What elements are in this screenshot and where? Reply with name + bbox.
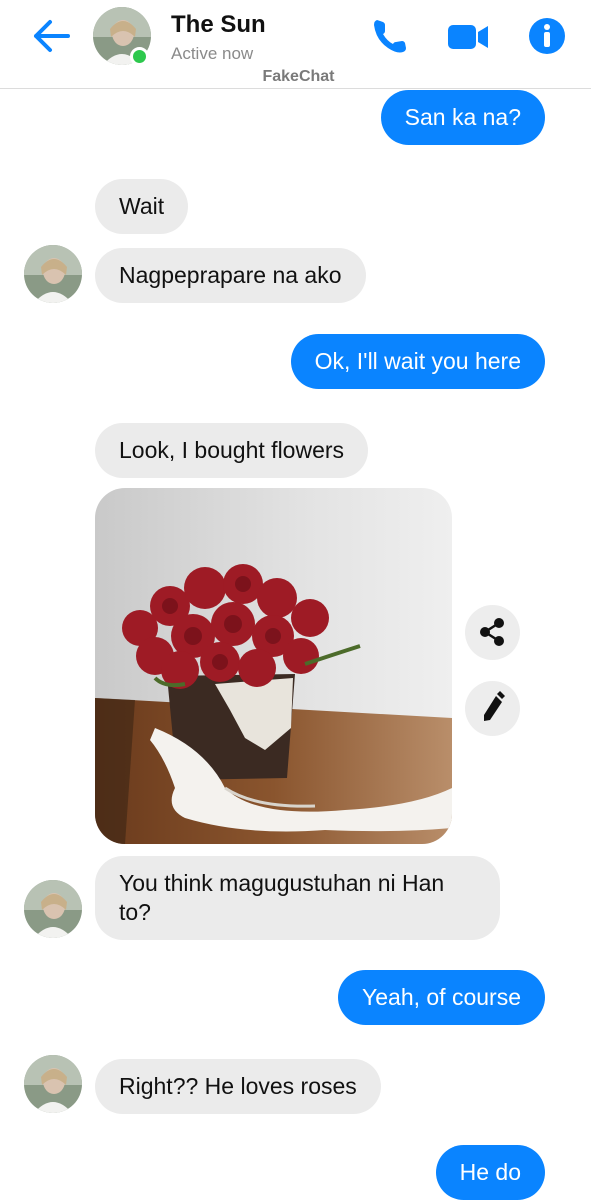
message-bubble-outgoing[interactable]: Yeah, of course [338,970,545,1025]
message-bubble-incoming[interactable]: Look, I bought flowers [95,423,369,478]
edit-icon [484,691,505,721]
edit-photo-button[interactable] [465,681,520,736]
chat-header: The Sun Active now FakeChat [0,0,591,89]
share-photo-button[interactable] [465,605,520,660]
message-bubble-outgoing[interactable]: San ka na? [380,90,545,145]
video-call-button[interactable] [446,14,490,58]
photo-message[interactable] [95,488,452,844]
roses-photo [95,488,452,844]
phone-icon [374,20,406,53]
message-bubble-outgoing[interactable]: Ok, I'll wait you here [290,334,545,389]
sender-avatar[interactable] [24,1055,82,1113]
back-button[interactable] [30,16,74,56]
back-arrow-icon [34,20,70,52]
message-bubble-outgoing[interactable]: He do [435,1145,545,1200]
info-button[interactable] [525,14,569,58]
message-bubble-incoming[interactable]: Right?? He loves roses [95,1059,381,1114]
message-bubble-incoming[interactable]: You think magugustuhan ni Han to? [95,856,500,940]
info-icon [529,18,565,54]
online-status-dot [130,47,149,66]
share-icon [480,618,504,646]
call-button[interactable] [368,14,412,58]
video-camera-icon [448,25,488,49]
watermark-text: FakeChat [262,68,335,85]
contact-status: Active now [171,44,254,63]
contact-name: The Sun [171,11,266,38]
sender-avatar[interactable] [24,245,82,303]
message-bubble-incoming[interactable]: Nagpeprapare na ako [95,248,366,303]
message-text-line-1: You think magugustuhan ni Han [119,870,445,896]
watermark: FakeChat [0,68,591,86]
sender-avatar[interactable] [24,880,82,938]
message-text-line-2: to? [119,899,151,925]
message-bubble-incoming[interactable]: Wait [95,179,189,234]
